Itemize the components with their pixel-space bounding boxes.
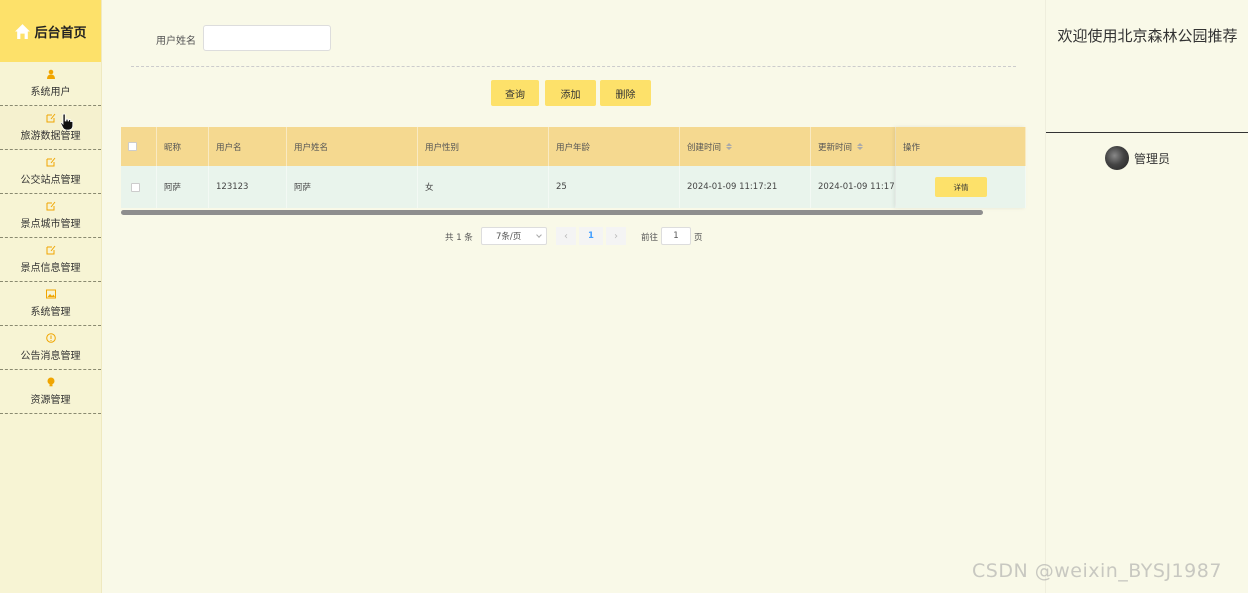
row-select	[121, 166, 157, 208]
sidebar-item-system-users[interactable]: 系统用户	[0, 62, 101, 106]
sidebar-item-label: 系统管理	[30, 307, 71, 318]
sidebar-item-travel-data[interactable]: 旅游数据管理	[0, 106, 101, 150]
user-info[interactable]: 管理员	[1105, 146, 1170, 170]
main-content: 用户姓名 查询 添加 删除 昵称 用户名 用户姓名 用户性别 用户年龄 创建时间…	[103, 0, 1045, 593]
hand-cursor-icon	[60, 113, 74, 131]
sidebar-item-label: 公交站点管理	[20, 175, 81, 186]
sidebar-item-scenic-info[interactable]: 景点信息管理	[0, 238, 101, 282]
cell-username: 123123	[209, 166, 287, 208]
table-row[interactable]: 阿萨 123123 阿萨 女 25 2024-01-09 11:17:21 20…	[121, 166, 1026, 208]
sort-icon[interactable]	[857, 143, 864, 150]
edit-icon	[46, 245, 55, 255]
add-button[interactable]: 添加	[545, 80, 596, 106]
user-icon	[46, 69, 55, 79]
sidebar-item-label: 景点城市管理	[20, 219, 81, 230]
cell-nickname: 阿萨	[157, 166, 209, 208]
row-checkbox[interactable]	[131, 182, 140, 192]
header-updated-time[interactable]: 更新时间	[811, 127, 896, 166]
search-label: 用户姓名	[156, 36, 196, 47]
cell-gender: 女	[418, 166, 549, 208]
sidebar-item-resources[interactable]: 资源管理	[0, 370, 101, 414]
header-select-all	[121, 127, 157, 166]
query-button[interactable]: 查询	[491, 80, 539, 106]
next-page-button[interactable]: ›	[606, 227, 626, 245]
sidebar: 后台首页 系统用户 旅游数据管理 公交站点管理 景点城市管理 景点信息管理 系统…	[0, 0, 102, 593]
sidebar-item-label: 资源管理	[30, 395, 71, 406]
info-icon	[45, 333, 56, 343]
select-all-checkbox[interactable]	[128, 142, 137, 151]
page-number-current[interactable]: 1	[579, 227, 603, 245]
edit-icon	[46, 157, 55, 167]
sidebar-item-system-management[interactable]: 系统管理	[0, 282, 101, 326]
page-suffix: 页	[694, 233, 703, 243]
sidebar-item-scenic-cities[interactable]: 景点城市管理	[0, 194, 101, 238]
page-size-select[interactable]: 7条/页	[481, 227, 547, 245]
sidebar-item-bus-stops[interactable]: 公交站点管理	[0, 150, 101, 194]
table-header: 昵称 用户名 用户姓名 用户性别 用户年龄 创建时间 更新时间 操作	[121, 127, 1026, 166]
cell-age: 25	[549, 166, 680, 208]
header-cell: 用户年龄	[549, 127, 680, 166]
header-cell: 用户姓名	[287, 127, 418, 166]
sidebar-item-label: 景点信息管理	[20, 263, 81, 274]
detail-button[interactable]: 详情	[935, 177, 987, 197]
bulb-icon	[47, 377, 54, 387]
header-cell: 操作	[896, 127, 1026, 166]
header-cell: 昵称	[157, 127, 209, 166]
cell-updated: 2024-01-09 11:17:2	[811, 166, 896, 208]
watermark: CSDN @weixin_BYSJ1987	[972, 560, 1222, 582]
horizontal-scrollbar[interactable]	[121, 210, 983, 215]
divider	[1046, 132, 1248, 133]
pagination-total: 共 1 条	[445, 233, 473, 243]
goto-label: 前往	[641, 233, 659, 243]
home-icon	[15, 23, 31, 39]
chevron-down-icon	[536, 232, 542, 238]
sidebar-item-label: 公告消息管理	[20, 351, 81, 362]
prev-page-button[interactable]: ‹	[556, 227, 576, 245]
user-table: 昵称 用户名 用户姓名 用户性别 用户年龄 创建时间 更新时间 操作 阿萨 12…	[121, 127, 1026, 215]
welcome-text: 欢迎使用北京森林公园推荐	[1057, 27, 1238, 45]
cell-actions: 详情	[896, 166, 1026, 208]
delete-button[interactable]: 删除	[600, 80, 651, 106]
cell-realname: 阿萨	[287, 166, 418, 208]
header-cell-label: 创建时间	[687, 142, 722, 153]
header-cell: 用户名	[209, 127, 287, 166]
sidebar-item-announcements[interactable]: 公告消息管理	[0, 326, 101, 370]
brand-home[interactable]: 后台首页	[0, 0, 101, 62]
image-icon	[45, 289, 56, 299]
header-cell-label: 更新时间	[818, 142, 853, 153]
pagination: 共 1 条 7条/页 ‹ 1 › 前往 1 页	[103, 226, 1045, 246]
cell-created: 2024-01-09 11:17:21	[680, 166, 811, 208]
header-cell: 用户性别	[418, 127, 549, 166]
edit-icon	[46, 201, 55, 211]
edit-icon	[46, 113, 55, 123]
sort-icon[interactable]	[726, 143, 733, 150]
right-panel: 欢迎使用北京森林公园推荐 管理员	[1045, 0, 1248, 593]
avatar[interactable]	[1105, 146, 1129, 170]
goto-page-input[interactable]: 1	[661, 227, 691, 245]
divider	[131, 66, 1016, 67]
search-input[interactable]	[203, 25, 331, 51]
page-size-value: 7条/页	[496, 232, 522, 242]
sidebar-item-label: 系统用户	[30, 87, 71, 98]
header-created-time[interactable]: 创建时间	[680, 127, 811, 166]
brand-title: 后台首页	[34, 25, 87, 41]
user-name: 管理员	[1134, 151, 1171, 166]
